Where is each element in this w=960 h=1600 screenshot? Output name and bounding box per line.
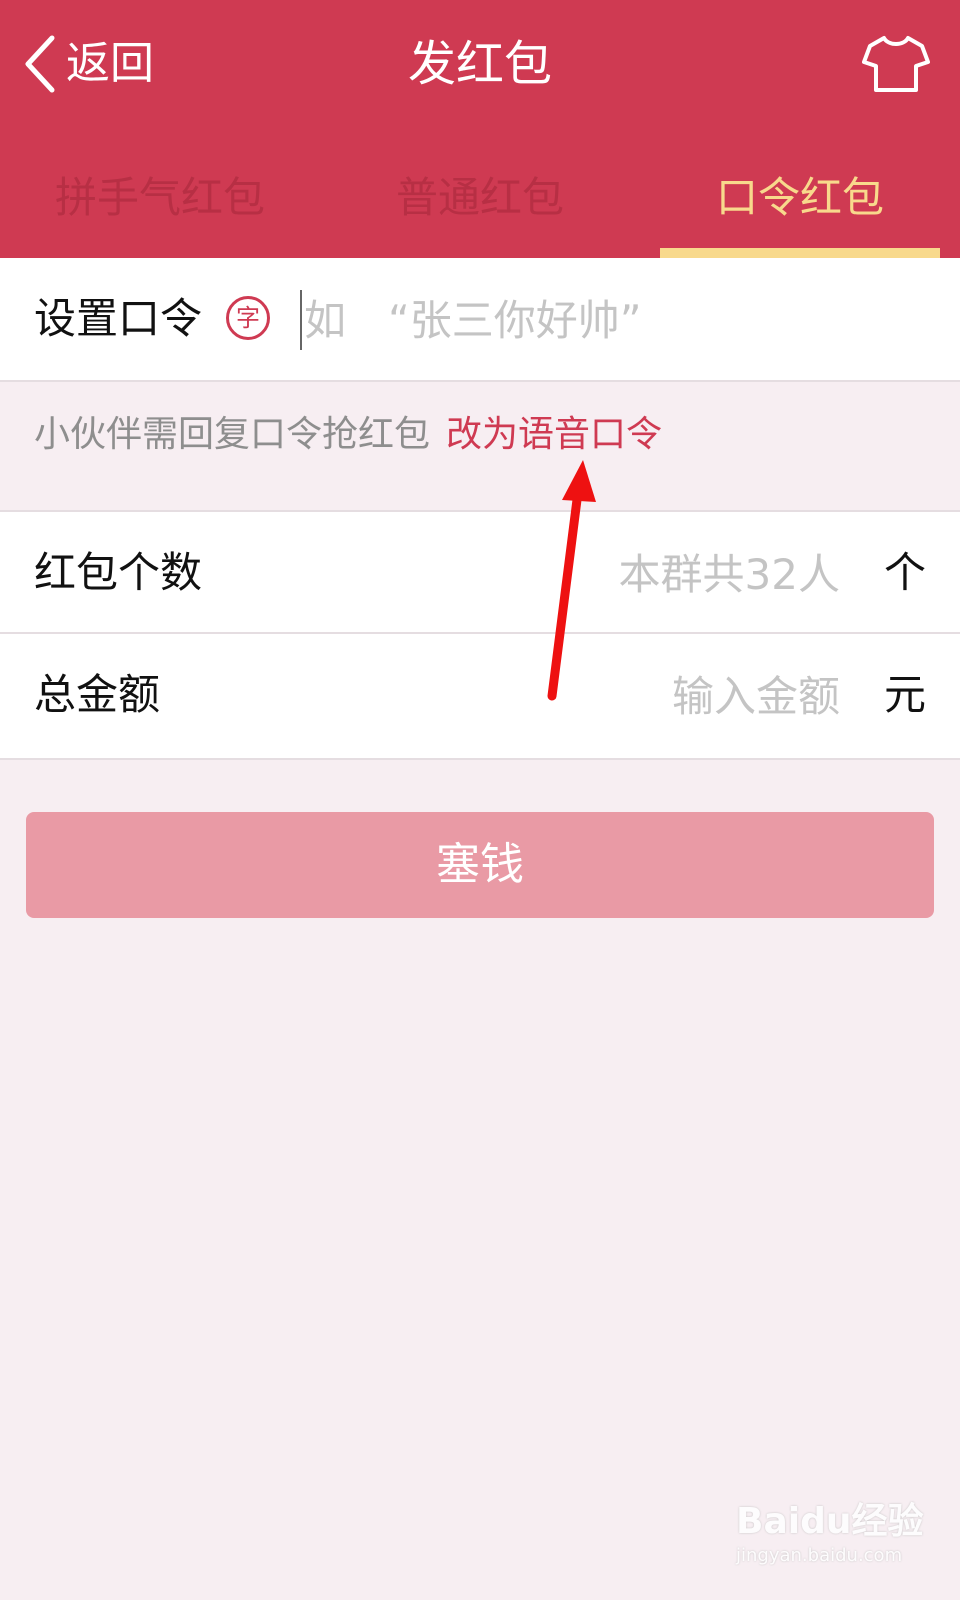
tab-password[interactable]: 口令红包: [640, 160, 960, 258]
tab-normal[interactable]: 普通红包: [320, 160, 640, 258]
active-tab-underline: [660, 248, 940, 258]
watermark-brand: Baidu经验: [736, 1501, 924, 1542]
password-row: 设置口令 字: [0, 258, 960, 382]
tab-lucky[interactable]: 拼手气红包: [0, 160, 320, 258]
tshirt-icon: [862, 36, 930, 92]
count-row: 红包个数 个: [0, 510, 960, 634]
switch-to-voice-link[interactable]: 改为语音口令: [446, 414, 662, 455]
amount-unit: 元: [883, 670, 926, 719]
count-label: 红包个数: [34, 548, 203, 597]
count-unit: 个: [883, 548, 926, 597]
hint-text: 小伙伴需回复口令抢红包: [34, 414, 431, 455]
app-header: 返回 发红包 拼手气红包 普通红包 口令红包: [0, 0, 960, 258]
submit-button[interactable]: 塞钱: [26, 812, 934, 918]
text-mode-badge: 字: [226, 296, 270, 340]
tab-lucky-label: 拼手气红包: [54, 173, 265, 222]
password-hint: 小伙伴需回复口令抢红包 改为语音口令: [34, 400, 662, 470]
tab-bar: 拼手气红包 普通红包 口令红包: [0, 160, 960, 258]
page-title: 发红包: [407, 36, 552, 92]
skin-button[interactable]: [862, 34, 930, 94]
password-label: 设置口令: [34, 294, 203, 343]
watermark-url: jingyan.baidu.com: [736, 1545, 903, 1566]
password-input[interactable]: [304, 282, 924, 358]
baidu-watermark: Baidu经验 jingyan.baidu.com: [736, 1500, 936, 1580]
tab-normal-label: 普通红包: [395, 173, 564, 222]
amount-row: 总金额 元: [0, 634, 960, 760]
tab-password-label: 口令红包: [715, 173, 884, 222]
amount-label: 总金额: [34, 670, 161, 719]
text-cursor: [300, 290, 302, 350]
count-input[interactable]: [420, 536, 840, 612]
amount-input[interactable]: [420, 658, 840, 734]
